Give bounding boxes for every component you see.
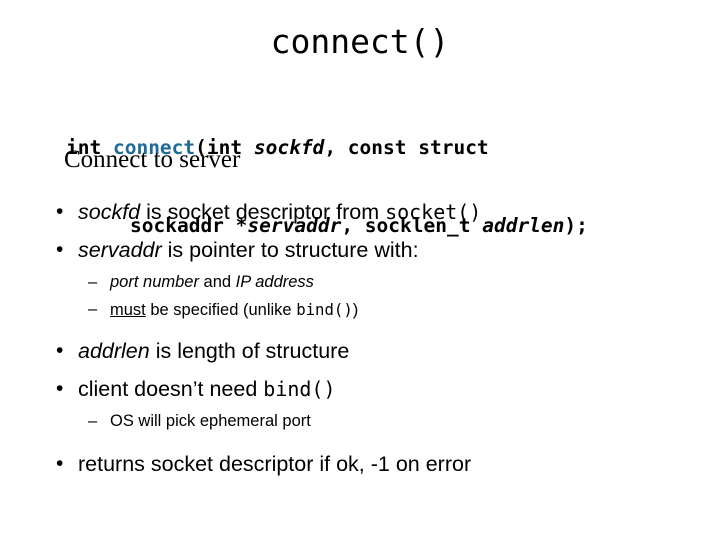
sub-bullet-text-part: port number xyxy=(110,273,199,291)
signature-param-sockfd: sockfd xyxy=(253,136,325,159)
slide-body: • sockfd is socket descriptor from socke… xyxy=(0,193,720,483)
bullet-point-icon: • xyxy=(56,339,64,362)
bullet-point-icon: • xyxy=(56,377,64,400)
bullet-point-icon: • xyxy=(56,452,64,475)
dash-bullet-icon: – xyxy=(88,300,98,318)
sub-bullet-text-part: IP address xyxy=(235,273,314,291)
sub-bullet-text-part: and xyxy=(198,273,236,291)
sub-bullet-code-bind: bind() xyxy=(296,300,353,319)
list-item: • client doesn’t need bind() xyxy=(0,370,720,408)
bullet-list-top: • sockfd is socket descriptor from socke… xyxy=(0,193,720,483)
dash-bullet-icon: – xyxy=(88,412,98,430)
sub-list-container: – port number and IP address – must be s… xyxy=(0,269,720,324)
bullet-text-part: is length of structure xyxy=(149,339,350,363)
bullet-code-bind: bind() xyxy=(263,377,336,401)
bullet-list-sub-1: – port number and IP address – must be s… xyxy=(0,269,720,324)
bullet-point-icon: • xyxy=(56,200,64,223)
bullet-list-sub-2: – OS will pick ephemeral port xyxy=(0,408,720,435)
bullet-text-part: is socket descriptor from xyxy=(140,200,386,224)
dash-bullet-icon: – xyxy=(88,273,98,291)
layout-spacer xyxy=(0,435,720,445)
bullet-text-part: returns socket descriptor if ok, -1 on e… xyxy=(78,452,472,476)
list-item: – OS will pick ephemeral port xyxy=(0,408,720,435)
bullet-text-part: is pointer to structure with: xyxy=(161,238,419,262)
list-item: • sockfd is socket descriptor from socke… xyxy=(0,193,720,231)
list-item: – port number and IP address xyxy=(0,269,720,296)
sub-bullet-emphasis-must: must xyxy=(110,301,146,319)
sub-bullet-text-part: OS will pick ephemeral port xyxy=(110,412,311,430)
bullet-text-part: addrlen xyxy=(78,339,150,363)
bullet-text-part: client doesn’t need xyxy=(78,377,264,401)
sub-bullet-text-part: ) xyxy=(352,301,359,319)
list-item: • servaddr is pointer to structure with: xyxy=(0,231,720,269)
list-item: • returns socket descriptor if ok, -1 on… xyxy=(0,445,720,483)
list-item: • addrlen is length of structure xyxy=(0,332,720,370)
sub-bullet-text-part: be specified (unlike xyxy=(145,301,297,319)
signature-line1-tail: , const struct xyxy=(324,136,489,159)
bullet-code-socket: socket() xyxy=(385,200,482,224)
sub-list-container: – OS will pick ephemeral port xyxy=(0,408,720,435)
bullet-text-part: servaddr xyxy=(78,238,162,262)
bullet-point-icon: • xyxy=(56,238,64,261)
list-item: – must be specified (unlike bind()) xyxy=(0,296,720,324)
bullet-text-part: sockfd xyxy=(78,200,141,224)
subtitle-connect-to-server: Connect to server xyxy=(64,146,241,173)
page-title: connect() xyxy=(270,22,450,61)
slide-canvas: connect() int connect(int sockfd, const … xyxy=(0,0,720,540)
layout-spacer xyxy=(0,324,720,332)
